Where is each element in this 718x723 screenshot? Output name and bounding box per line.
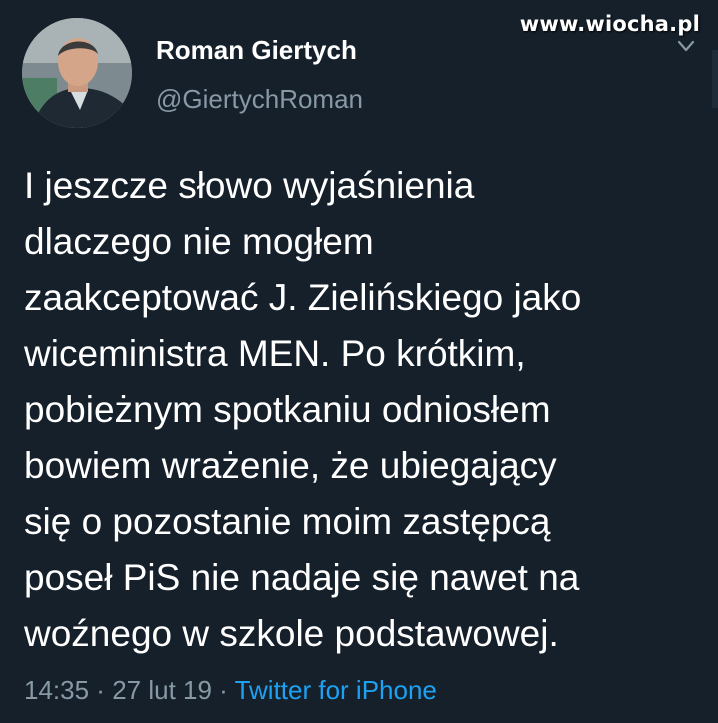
tweet-text: I jeszcze słowo wyjaśnienia dlaczego nie…: [24, 165, 582, 654]
author-name[interactable]: Roman Giertych: [156, 35, 357, 66]
tweet-meta: 14:35 · 27 lut 19 · Twitter for iPhone: [24, 675, 437, 706]
scrollbar[interactable]: [712, 50, 718, 108]
meta-separator: ·: [211, 675, 235, 705]
author-handle[interactable]: @GiertychRoman: [156, 84, 363, 115]
tweet-date: 27 lut 19: [112, 675, 212, 705]
tweet-source-link[interactable]: Twitter for iPhone: [235, 675, 437, 705]
tweet-time: 14:35: [24, 675, 90, 705]
avatar[interactable]: [22, 18, 132, 128]
meta-separator: ·: [89, 675, 113, 705]
avatar-photo: [22, 18, 132, 128]
watermark: www.wiocha.pl: [519, 12, 700, 36]
chevron-down-icon[interactable]: [676, 38, 696, 54]
